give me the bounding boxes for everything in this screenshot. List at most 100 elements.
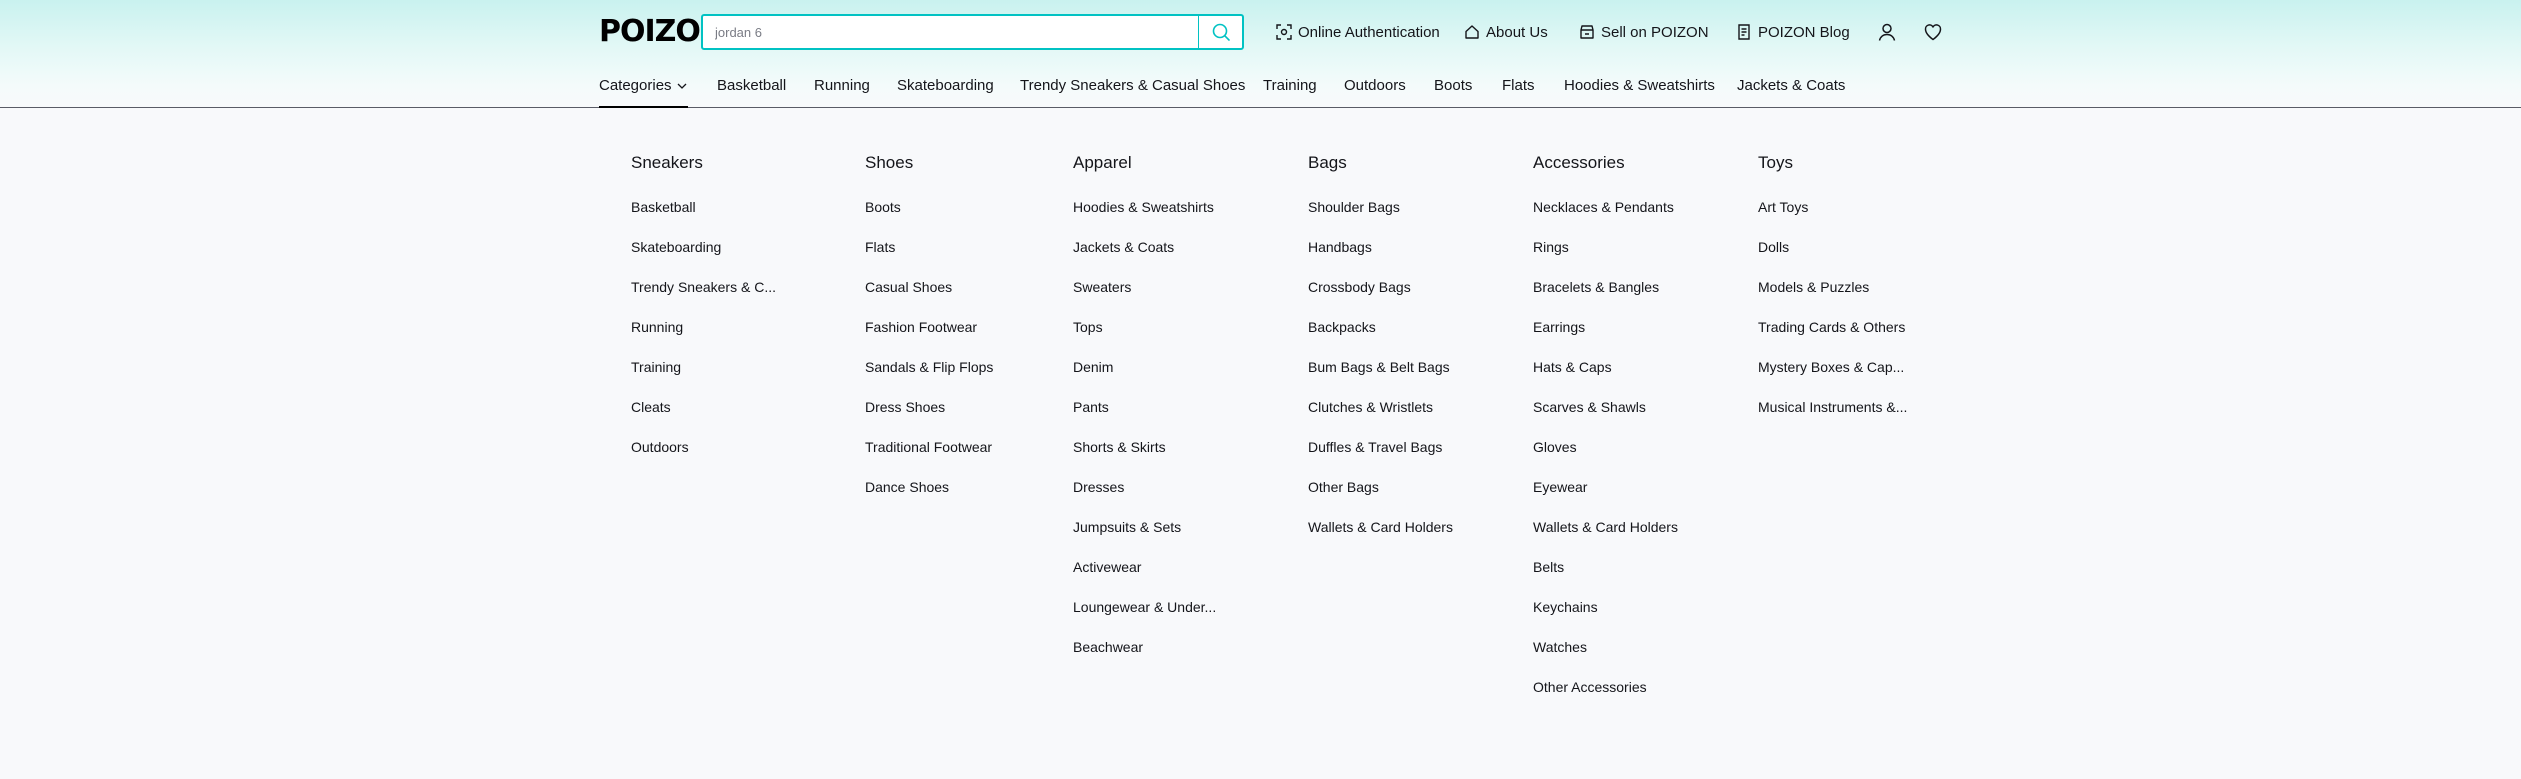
menu-column-sneakers: Sneakers Basketball Skateboarding Trendy…	[631, 152, 791, 456]
nav-jackets-coats[interactable]: Jackets & Coats	[1737, 74, 1845, 108]
about-us-link[interactable]: About Us	[1464, 20, 1548, 44]
menu-item[interactable]: Keychains	[1533, 598, 1713, 616]
menu-item[interactable]: Jumpsuits & Sets	[1073, 518, 1243, 536]
menu-item[interactable]: Dance Shoes	[865, 478, 1035, 496]
menu-item[interactable]: Shorts & Skirts	[1073, 438, 1243, 456]
online-authentication-label: Online Authentication	[1298, 23, 1440, 41]
menu-column-title: Sneakers	[631, 153, 703, 172]
menu-item[interactable]: Tops	[1073, 318, 1243, 336]
nav-boots[interactable]: Boots	[1434, 74, 1472, 108]
user-icon	[1878, 23, 1896, 41]
menu-item[interactable]: Beachwear	[1073, 638, 1243, 656]
nav-trendy-sneakers[interactable]: Trendy Sneakers & Casual Shoes	[1020, 74, 1245, 108]
search-icon	[1212, 23, 1230, 41]
sell-on-poizon-link[interactable]: Sell on POIZON	[1579, 20, 1709, 44]
menu-item[interactable]: Wallets & Card Holders	[1308, 518, 1488, 536]
menu-item[interactable]: Traditional Footwear	[865, 438, 1035, 456]
nav-running[interactable]: Running	[814, 74, 870, 108]
menu-item[interactable]: Denim	[1073, 358, 1243, 376]
menu-column-accessories: Accessories Necklaces & Pendants Rings B…	[1533, 152, 1713, 696]
menu-column-title: Apparel	[1073, 153, 1132, 172]
nav-flats[interactable]: Flats	[1502, 74, 1535, 108]
menu-item[interactable]: Rings	[1533, 238, 1713, 256]
menu-item[interactable]: Eyewear	[1533, 478, 1713, 496]
search-button[interactable]	[1198, 16, 1242, 48]
menu-item[interactable]: Models & Puzzles	[1758, 278, 1928, 296]
menu-item[interactable]: Belts	[1533, 558, 1713, 576]
nav-categories[interactable]: Categories	[599, 74, 688, 108]
menu-item[interactable]: Casual Shoes	[865, 278, 1035, 296]
menu-item[interactable]: Other Bags	[1308, 478, 1488, 496]
nav-training[interactable]: Training	[1263, 74, 1317, 108]
sell-on-poizon-label: Sell on POIZON	[1601, 23, 1709, 41]
menu-item[interactable]: Jackets & Coats	[1073, 238, 1243, 256]
menu-column-title: Bags	[1308, 153, 1347, 172]
menu-item[interactable]: Watches	[1533, 638, 1713, 656]
menu-item[interactable]: Mystery Boxes & Cap...	[1758, 358, 1928, 376]
about-us-label: About Us	[1486, 23, 1548, 41]
menu-column-apparel: Apparel Hoodies & Sweatshirts Jackets & …	[1073, 152, 1243, 656]
search-input[interactable]	[703, 16, 1200, 48]
menu-item[interactable]: Bracelets & Bangles	[1533, 278, 1713, 296]
menu-item[interactable]: Handbags	[1308, 238, 1488, 256]
menu-item[interactable]: Boots	[865, 198, 1035, 216]
menu-item[interactable]: Outdoors	[631, 438, 791, 456]
menu-item[interactable]: Gloves	[1533, 438, 1713, 456]
menu-column-title: Accessories	[1533, 153, 1625, 172]
nav-hoodies-sweatshirts[interactable]: Hoodies & Sweatshirts	[1564, 74, 1715, 108]
menu-column-title: Toys	[1758, 153, 1793, 172]
menu-item[interactable]: Art Toys	[1758, 198, 1928, 216]
heart-icon	[1924, 24, 1942, 41]
menu-item[interactable]: Sandals & Flip Flops	[865, 358, 1035, 376]
menu-item[interactable]: Bum Bags & Belt Bags	[1308, 358, 1488, 376]
menu-item[interactable]: Sweaters	[1073, 278, 1243, 296]
nav-basketball[interactable]: Basketball	[717, 74, 786, 108]
menu-item[interactable]: Fashion Footwear	[865, 318, 1035, 336]
menu-item[interactable]: Hoodies & Sweatshirts	[1073, 198, 1243, 216]
menu-column-shoes: Shoes Boots Flats Casual Shoes Fashion F…	[865, 152, 1035, 496]
menu-item[interactable]: Pants	[1073, 398, 1243, 416]
home-icon	[1465, 25, 1479, 39]
menu-item[interactable]: Basketball	[631, 198, 791, 216]
nav-outdoors[interactable]: Outdoors	[1344, 74, 1406, 108]
menu-item[interactable]: Duffles & Travel Bags	[1308, 438, 1488, 456]
menu-item[interactable]: Cleats	[631, 398, 791, 416]
poizon-blog-label: POIZON Blog	[1758, 23, 1850, 41]
menu-item[interactable]: Skateboarding	[631, 238, 791, 256]
menu-item[interactable]: Necklaces & Pendants	[1533, 198, 1713, 216]
menu-item[interactable]: Other Accessories	[1533, 678, 1713, 696]
menu-item[interactable]: Wallets & Card Holders	[1533, 518, 1713, 536]
menu-item[interactable]: Hats & Caps	[1533, 358, 1713, 376]
menu-item[interactable]: Dress Shoes	[865, 398, 1035, 416]
menu-column-bags: Bags Shoulder Bags Handbags Crossbody Ba…	[1308, 152, 1488, 536]
menu-item[interactable]: Activewear	[1073, 558, 1243, 576]
shop-icon	[1580, 25, 1594, 39]
document-icon	[1738, 24, 1750, 40]
menu-column-toys: Toys Art Toys Dolls Models & Puzzles Tra…	[1758, 152, 1928, 416]
menu-item[interactable]: Scarves & Shawls	[1533, 398, 1713, 416]
poizon-logo[interactable]: POIZON	[599, 14, 725, 50]
nav-skateboarding[interactable]: Skateboarding	[897, 74, 994, 108]
menu-item[interactable]: Training	[631, 358, 791, 376]
menu-item[interactable]: Musical Instruments &...	[1758, 398, 1928, 416]
scan-icon	[1276, 24, 1292, 40]
menu-item[interactable]: Crossbody Bags	[1308, 278, 1488, 296]
online-authentication-link[interactable]: Online Authentication	[1276, 20, 1440, 44]
menu-item[interactable]: Trendy Sneakers & C...	[631, 278, 791, 296]
wishlist-button[interactable]	[1921, 20, 1945, 44]
site-header: POIZON Online Authentication About Us Se…	[0, 0, 2521, 108]
menu-item[interactable]: Backpacks	[1308, 318, 1488, 336]
menu-item[interactable]: Dolls	[1758, 238, 1928, 256]
search-bar	[701, 14, 1244, 50]
menu-item[interactable]: Dresses	[1073, 478, 1243, 496]
menu-item[interactable]: Clutches & Wristlets	[1308, 398, 1488, 416]
menu-item[interactable]: Flats	[865, 238, 1035, 256]
menu-item[interactable]: Running	[631, 318, 791, 336]
menu-item[interactable]: Trading Cards & Others	[1758, 318, 1928, 336]
poizon-blog-link[interactable]: POIZON Blog	[1736, 20, 1850, 44]
menu-item[interactable]: Shoulder Bags	[1308, 198, 1488, 216]
chevron-down-icon	[677, 83, 687, 89]
account-button[interactable]	[1875, 20, 1899, 44]
menu-item[interactable]: Earrings	[1533, 318, 1713, 336]
menu-item[interactable]: Loungewear & Under...	[1073, 598, 1243, 616]
